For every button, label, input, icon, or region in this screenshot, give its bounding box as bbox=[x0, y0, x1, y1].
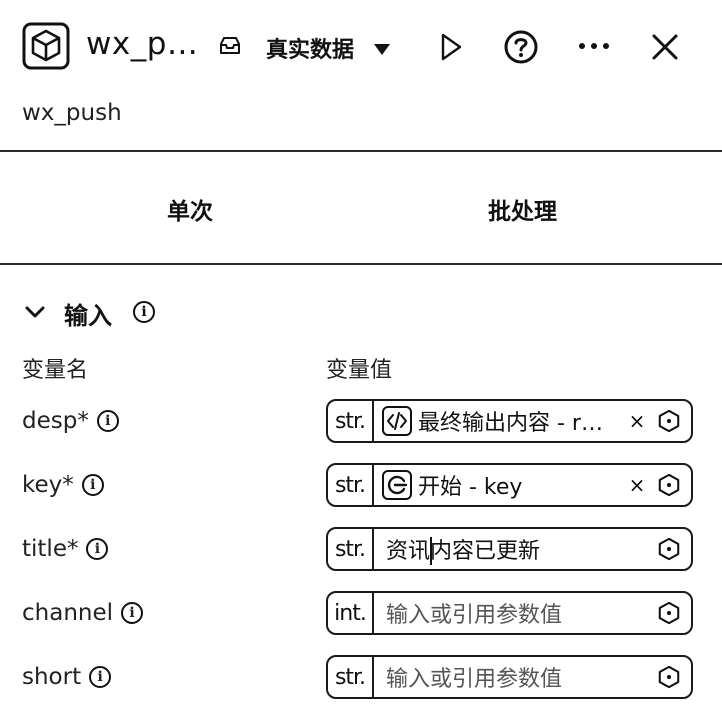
variable-icon[interactable] bbox=[657, 473, 681, 497]
type-tag[interactable]: str. bbox=[328, 465, 374, 505]
param-name-desp: desp* i bbox=[22, 408, 119, 434]
more-icon[interactable] bbox=[576, 36, 612, 56]
node-cube-icon bbox=[22, 22, 70, 70]
close-icon[interactable] bbox=[650, 32, 680, 62]
param-label: desp* bbox=[22, 408, 89, 434]
param-name-short: short i bbox=[22, 664, 112, 690]
text-cursor bbox=[430, 537, 432, 565]
variable-icon[interactable] bbox=[657, 537, 681, 561]
env-selector-label[interactable]: 真实数据 bbox=[266, 32, 354, 64]
tab-batch[interactable]: 批处理 bbox=[488, 192, 557, 226]
param-label: title* bbox=[22, 536, 79, 562]
param-field-title[interactable]: str. 资讯内容已更新 bbox=[326, 527, 693, 571]
param-name-title: title* i bbox=[22, 536, 109, 562]
type-tag[interactable]: str. bbox=[328, 401, 374, 441]
text-input[interactable]: 输入或引用参数值 bbox=[374, 597, 657, 629]
start-icon bbox=[382, 470, 412, 500]
param-label: key* bbox=[22, 472, 74, 498]
text-input[interactable]: 资讯内容已更新 bbox=[374, 533, 657, 565]
ref-value[interactable]: 最终输出内容 - r… bbox=[374, 405, 625, 437]
code-icon bbox=[382, 406, 412, 436]
param-field-channel[interactable]: int. 输入或引用参数值 bbox=[326, 591, 693, 635]
param-field-short[interactable]: str. 输入或引用参数值 bbox=[326, 655, 693, 699]
param-field-key[interactable]: str. 开始 - key × bbox=[326, 463, 693, 507]
type-tag[interactable]: str. bbox=[328, 657, 374, 697]
param-label: channel bbox=[22, 600, 114, 626]
variable-icon[interactable] bbox=[657, 665, 681, 689]
param-label: short bbox=[22, 664, 82, 690]
chevron-down-icon[interactable] bbox=[24, 302, 46, 322]
clear-icon[interactable]: × bbox=[625, 473, 649, 497]
tray-icon[interactable] bbox=[218, 36, 242, 56]
ref-text: 开始 - key bbox=[418, 475, 523, 500]
help-icon[interactable] bbox=[504, 30, 538, 64]
tab-single[interactable]: 单次 bbox=[167, 192, 213, 226]
param-name-channel: channel i bbox=[22, 600, 144, 626]
info-icon[interactable]: i bbox=[81, 474, 104, 496]
info-icon[interactable]: i bbox=[96, 410, 119, 432]
variable-icon[interactable] bbox=[657, 409, 681, 433]
type-tag[interactable]: str. bbox=[328, 529, 374, 569]
col-header-value: 变量值 bbox=[326, 358, 393, 383]
variable-icon[interactable] bbox=[657, 601, 681, 625]
input-section-title: 输入 bbox=[64, 302, 112, 330]
node-title[interactable]: wx_p… bbox=[86, 26, 198, 62]
ref-value[interactable]: 开始 - key bbox=[374, 469, 625, 501]
clear-icon[interactable]: × bbox=[625, 409, 649, 433]
param-field-desp[interactable]: str. 最终输出内容 - r… × bbox=[326, 399, 693, 443]
info-icon[interactable]: i bbox=[121, 602, 144, 624]
col-header-name: 变量名 bbox=[22, 358, 89, 383]
param-name-key: key* i bbox=[22, 472, 104, 498]
info-icon[interactable]: i bbox=[89, 666, 112, 688]
divider bbox=[0, 150, 722, 152]
play-icon[interactable] bbox=[438, 32, 464, 62]
type-tag[interactable]: int. bbox=[328, 593, 374, 633]
ref-text: 最终输出内容 - r… bbox=[418, 411, 603, 436]
info-icon[interactable]: i bbox=[133, 301, 155, 323]
info-icon[interactable]: i bbox=[86, 538, 109, 560]
divider bbox=[0, 263, 722, 265]
chevron-down-icon[interactable] bbox=[373, 42, 391, 56]
node-subtitle: wx_push bbox=[22, 100, 122, 126]
text-input[interactable]: 输入或引用参数值 bbox=[374, 661, 657, 693]
